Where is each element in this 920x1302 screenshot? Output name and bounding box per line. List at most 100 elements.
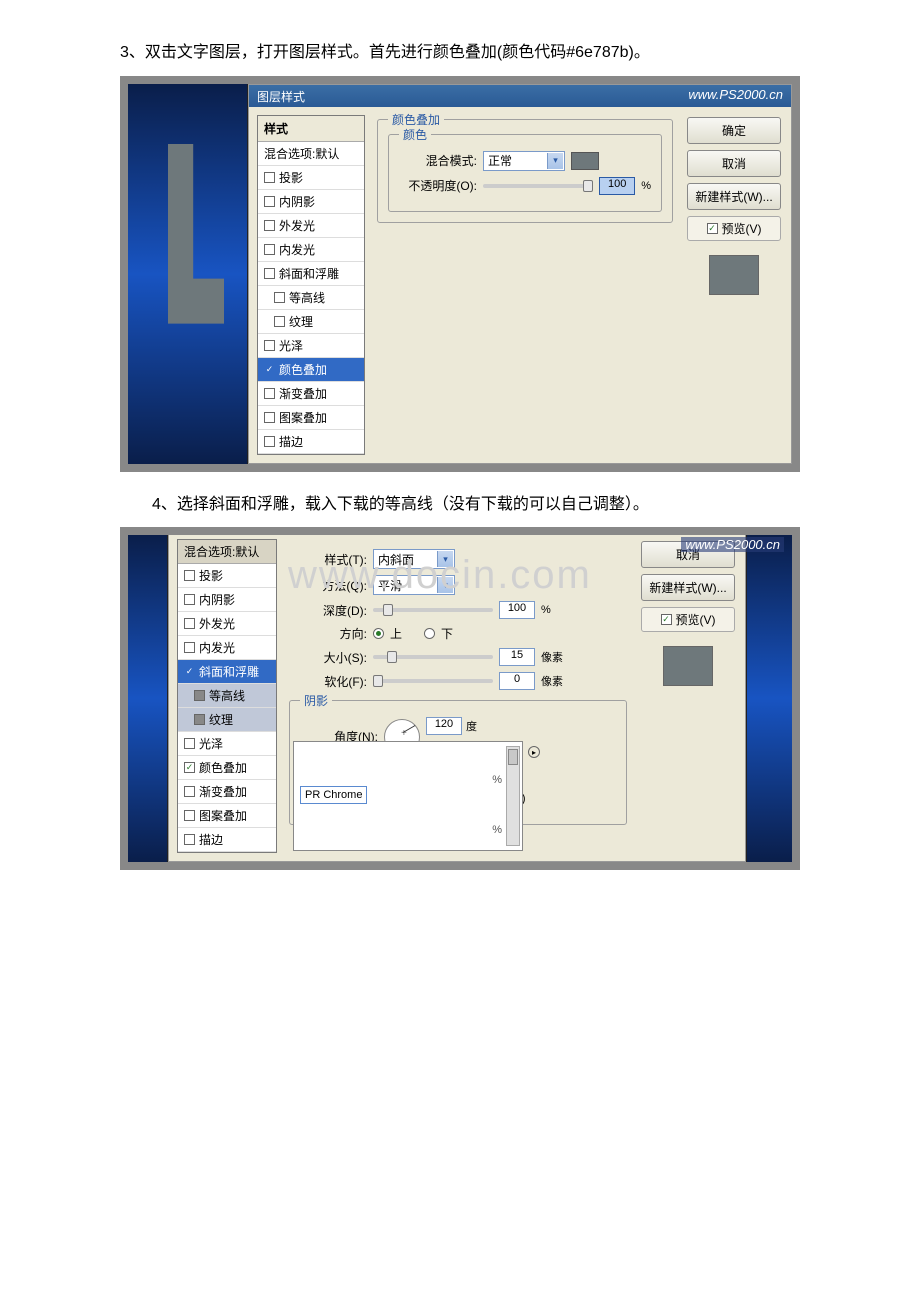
checkbox-icon[interactable] <box>184 594 195 605</box>
item-color-overlay[interactable]: 颜色叠加 <box>258 358 364 382</box>
soften-input[interactable]: 0 <box>499 672 535 690</box>
bevel-style-label: 样式(T): <box>289 551 367 568</box>
chevron-down-icon[interactable]: ▾ <box>547 153 563 169</box>
size-slider[interactable] <box>373 655 493 659</box>
canvas-preview <box>128 84 248 464</box>
layer-style-dialog-2: 混合选项:默认 投影 内阴影 外发光 内发光 斜面和浮雕 等高线 纹理 光泽 颜… <box>168 535 746 862</box>
layer-style-dialog: 图层样式 www.PS2000.cn 样式 混合选项:默认 投影 内阴影 外发光… <box>248 84 792 464</box>
blend-mode-select[interactable]: 正常 ▾ <box>483 151 565 171</box>
item-inner-shadow[interactable]: 内阴影 <box>258 190 364 214</box>
cancel-button[interactable]: 取消 <box>687 150 781 177</box>
opacity-input[interactable]: 100 <box>599 177 635 195</box>
ok-button[interactable]: 确定 <box>687 117 781 144</box>
item-bevel[interactable]: 斜面和浮雕 <box>258 262 364 286</box>
item-gradient-overlay[interactable]: 渐变叠加 <box>178 780 276 804</box>
soften-slider[interactable] <box>373 679 493 683</box>
new-style-button[interactable]: 新建样式(W)... <box>687 183 781 210</box>
technique-row: 方法(Q): 平滑▾ <box>289 575 627 595</box>
bevel-style-row: 样式(T): 内斜面▾ <box>289 549 627 569</box>
color-subgroup: 颜色 混合模式: 正常 ▾ 不透明度(O): <box>388 134 662 212</box>
soften-label: 软化(F): <box>289 673 367 690</box>
checkbox-icon[interactable] <box>184 834 195 845</box>
checkbox-icon[interactable] <box>184 738 195 749</box>
item-color-overlay-checked[interactable]: 颜色叠加 <box>178 756 276 780</box>
checkbox-icon[interactable] <box>184 786 195 797</box>
item-outer-glow[interactable]: 外发光 <box>258 214 364 238</box>
scrollbar[interactable] <box>506 746 520 846</box>
item-drop-shadow[interactable]: 投影 <box>178 564 276 588</box>
depth-input[interactable]: 100 <box>499 601 535 619</box>
checkbox-icon[interactable] <box>264 244 275 255</box>
item-drop-shadow[interactable]: 投影 <box>258 166 364 190</box>
radio-down[interactable] <box>424 628 435 639</box>
blend-options-2[interactable]: 混合选项:默认 <box>178 540 276 564</box>
item-texture[interactable]: 纹理 <box>258 310 364 334</box>
bevel-style-select[interactable]: 内斜面▾ <box>373 549 455 569</box>
pct-label-1: % <box>492 774 502 786</box>
watermark-url: www.PS2000.cn <box>688 87 783 102</box>
opacity-slider[interactable] <box>483 184 593 188</box>
new-style-button-2[interactable]: 新建样式(W)... <box>641 574 735 601</box>
checkbox-icon[interactable] <box>264 220 275 231</box>
chevron-down-icon[interactable]: ▾ <box>437 551 453 567</box>
item-stroke[interactable]: 描边 <box>178 828 276 852</box>
checkbox-icon[interactable] <box>184 642 195 653</box>
checkbox-icon[interactable] <box>184 618 195 629</box>
item-gradient-overlay[interactable]: 渐变叠加 <box>258 382 364 406</box>
opacity-row: 不透明度(O): 100 % <box>399 177 651 195</box>
checkbox-icon[interactable] <box>194 714 205 725</box>
checkbox-icon[interactable] <box>264 364 275 375</box>
preview-checkbox-2[interactable]: 预览(V) <box>641 607 735 632</box>
technique-select[interactable]: 平滑▾ <box>373 575 455 595</box>
item-contour[interactable]: 等高线 <box>258 286 364 310</box>
checkbox-icon[interactable] <box>661 614 672 625</box>
blend-options[interactable]: 混合选项:默认 <box>258 142 364 166</box>
item-pattern-overlay[interactable]: 图案叠加 <box>178 804 276 828</box>
angle-input[interactable]: 120 <box>426 717 462 735</box>
effect-preview-swatch <box>709 255 759 295</box>
shading-title: 阴影 <box>300 692 332 709</box>
checkbox-icon[interactable] <box>264 172 275 183</box>
item-texture-sub[interactable]: 纹理 <box>178 708 276 732</box>
checkbox-icon[interactable] <box>184 762 195 773</box>
checkbox-icon[interactable] <box>194 690 205 701</box>
size-row: 大小(S): 15 像素 <box>289 648 627 666</box>
checkbox-icon[interactable] <box>264 388 275 399</box>
checkbox-icon[interactable] <box>264 196 275 207</box>
checkbox-icon[interactable] <box>707 223 718 234</box>
item-outer-glow[interactable]: 外发光 <box>178 612 276 636</box>
contour-picker-popup[interactable]: ▸ PR Chrome % % <box>293 741 523 851</box>
chevron-down-icon[interactable]: ▾ <box>437 577 453 593</box>
checkbox-icon[interactable] <box>274 292 285 303</box>
item-satin[interactable]: 光泽 <box>178 732 276 756</box>
depth-label: 深度(D): <box>289 602 367 619</box>
checkbox-icon[interactable] <box>184 810 195 821</box>
preview-checkbox[interactable]: 预览(V) <box>687 216 781 241</box>
screenshot-1: 图层样式 www.PS2000.cn 样式 混合选项:默认 投影 内阴影 外发光… <box>120 76 800 472</box>
item-bevel-selected[interactable]: 斜面和浮雕 <box>178 660 276 684</box>
item-contour-sub[interactable]: 等高线 <box>178 684 276 708</box>
item-stroke[interactable]: 描边 <box>258 430 364 454</box>
checkbox-icon[interactable] <box>264 436 275 447</box>
dialog-title: 图层样式 <box>257 90 305 104</box>
radio-up[interactable] <box>373 628 384 639</box>
item-inner-glow[interactable]: 内发光 <box>178 636 276 660</box>
item-pattern-overlay[interactable]: 图案叠加 <box>258 406 364 430</box>
color-overlay-panel: 颜色叠加 颜色 混合模式: 正常 ▾ <box>373 115 677 455</box>
checkbox-icon[interactable] <box>264 412 275 423</box>
checkbox-icon[interactable] <box>274 316 285 327</box>
direction-label: 方向: <box>289 625 367 642</box>
overlay-color-swatch[interactable] <box>571 152 599 170</box>
depth-slider[interactable] <box>373 608 493 612</box>
dialog-buttons: 确定 取消 新建样式(W)... 预览(V) <box>685 115 783 455</box>
checkbox-icon[interactable] <box>264 268 275 279</box>
step3-text: 3、双击文字图层，打开图层样式。首先进行颜色叠加(颜色代码#6e787b)。 <box>120 40 800 66</box>
checkbox-icon[interactable] <box>184 570 195 581</box>
item-inner-glow[interactable]: 内发光 <box>258 238 364 262</box>
item-satin[interactable]: 光泽 <box>258 334 364 358</box>
item-inner-shadow[interactable]: 内阴影 <box>178 588 276 612</box>
size-input[interactable]: 15 <box>499 648 535 666</box>
color-overlay-group: 颜色叠加 颜色 混合模式: 正常 ▾ <box>377 119 673 223</box>
checkbox-icon[interactable] <box>184 666 195 677</box>
checkbox-icon[interactable] <box>264 340 275 351</box>
